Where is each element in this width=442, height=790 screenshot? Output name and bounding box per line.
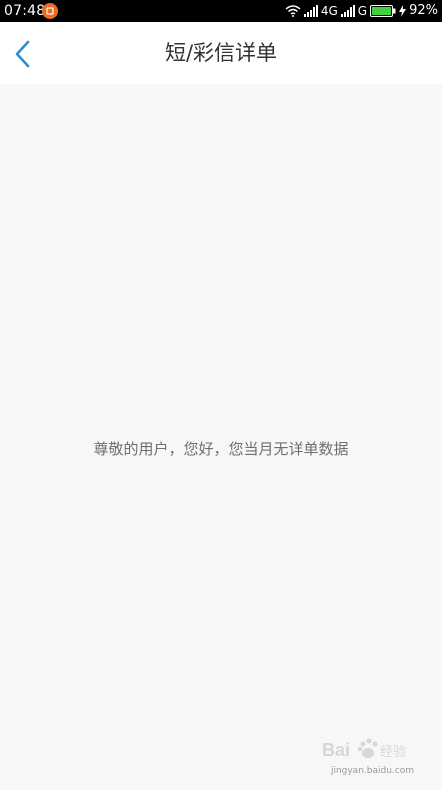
- nav-bar: 短/彩信详单: [0, 22, 442, 84]
- status-bar: 07:48 4G G 92%: [0, 0, 442, 22]
- empty-state-message: 尊敬的用户，您好，您当月无详单数据: [93, 440, 349, 458]
- charging-icon: [399, 5, 407, 17]
- network-type-label: 4G: [320, 4, 338, 18]
- watermark-url: jingyan.baidu.com: [330, 766, 414, 776]
- status-time: 07:48: [4, 3, 46, 19]
- battery-percent: 92%: [409, 3, 438, 18]
- network-type-label: G: [357, 4, 368, 18]
- signal-icon: [340, 5, 355, 17]
- wifi-icon: [285, 5, 301, 17]
- svg-text:经验: 经验: [380, 744, 406, 760]
- battery-icon: [370, 5, 396, 17]
- page-title: 短/彩信详单: [164, 41, 278, 65]
- signal-icon: [303, 5, 318, 17]
- main-content: 尊敬的用户，您好，您当月无详单数据: [0, 84, 442, 790]
- svg-text:Bai: Bai: [322, 740, 350, 760]
- status-icons: 4G G 92%: [285, 2, 438, 20]
- notification-icon: [42, 3, 58, 19]
